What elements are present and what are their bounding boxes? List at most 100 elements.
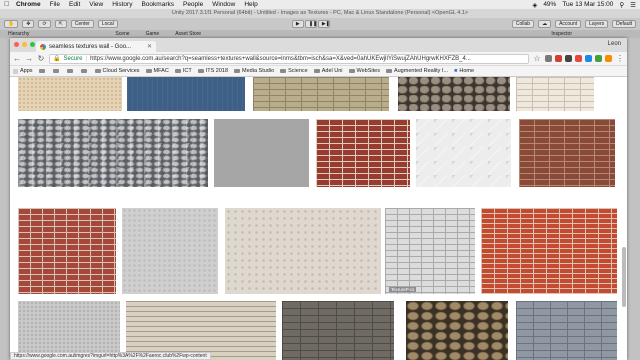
tab-inspector[interactable]: Inspector [543,30,580,38]
layout-dropdown[interactable]: Default [612,20,636,28]
extension-icon[interactable] [565,55,572,62]
image-result-grunge-wall[interactable] [225,208,381,294]
image-result-tan-brick[interactable] [253,77,389,111]
cloud-icon[interactable]: ☁ [538,20,552,28]
bookmark-item[interactable]: Cloud Services [94,68,140,74]
account-dropdown[interactable]: Account [555,20,582,28]
minimize-window-icon[interactable] [22,42,27,47]
menu-app-name[interactable]: Chrome [16,1,41,8]
folder-icon [66,69,73,73]
image-result-red-brick-2[interactable] [18,208,116,294]
folder-icon [385,69,392,73]
bookmark-item[interactable]: MFAC [145,68,169,74]
back-icon[interactable]: ← [13,54,21,63]
search-icon[interactable]: ⚲ [619,1,624,9]
hand-tool-button[interactable]: ✋ [4,20,19,28]
browser-tab[interactable]: seamless textures wall - Goo... ✕ [36,41,156,52]
unity-window-title: Unity 2017.3.1f1 Personal (64bit) - Unti… [0,9,640,18]
scale-tool-button[interactable]: ⇱ [54,20,67,28]
tab-scene[interactable]: Scene [107,30,137,38]
zoom-window-icon[interactable] [30,42,35,47]
image-result-white-brick[interactable]: TexturePics [385,208,475,294]
image-result-grey-plain[interactable] [214,119,309,187]
bookmark-item[interactable]: ITS 2018 [197,68,228,74]
menu-edit[interactable]: Edit [69,1,80,8]
wifi-icon[interactable]: ◈ [532,1,537,9]
collab-button[interactable]: Collab [511,20,535,28]
extension-icon[interactable] [545,55,552,62]
layers-dropdown[interactable]: Layers [585,20,609,28]
menu-history[interactable]: History [112,1,132,8]
menu-file[interactable]: File [50,1,60,8]
image-result-white-plaster[interactable] [416,119,511,187]
image-result-flagstone[interactable] [406,301,508,360]
image-result-blue-paint[interactable] [127,77,245,111]
bookmark-item[interactable] [52,69,61,73]
bookmark-item[interactable]: ■ Home [454,68,474,74]
rotate-tool-button[interactable]: ⟳ [38,20,51,28]
scrollbar-thumb[interactable] [622,247,626,307]
bookmarks-bar: Apps Cloud Services MFAC ICT ITS 2018 Media S… [10,66,627,77]
image-result-blue-stone[interactable] [516,301,617,360]
center-toggle[interactable]: Center [70,20,94,28]
apps-grid-icon [13,68,18,74]
image-result-red-brick[interactable] [316,119,410,187]
menu-list-icon[interactable]: ☰ [630,1,636,9]
reload-icon[interactable]: ↻ [37,54,45,63]
extension-icon[interactable] [605,55,612,62]
tab-asset-store[interactable]: Asset Store [167,30,209,38]
more-menu-icon[interactable]: ⋮ [616,54,624,63]
apple-icon[interactable]:  [4,1,10,8]
bookmark-item[interactable]: WebSites [348,68,380,74]
close-tab-icon[interactable]: ✕ [147,43,152,50]
image-result-brown-brick[interactable] [519,119,615,187]
bookmark-item[interactable]: Augmented Reality I... [385,68,448,74]
bookmark-item[interactable] [38,69,47,73]
local-toggle[interactable]: Local [97,20,118,28]
menu-help[interactable]: Help [244,1,257,8]
image-result-light-brick[interactable] [516,77,594,111]
menu-window[interactable]: Window [212,1,235,8]
menu-bookmarks[interactable]: Bookmarks [141,1,174,8]
bookmark-label: Home [459,68,475,74]
image-result-orange-brick[interactable] [481,208,617,294]
play-icon[interactable]: ▶ [291,20,304,28]
star-icon[interactable]: ☆ [533,54,541,63]
bookmark-item[interactable]: Media Studio [234,68,274,74]
extension-icon[interactable] [555,55,562,62]
clock[interactable]: Tue 13 Mar 15:00 [562,1,613,8]
forward-icon[interactable]: → [25,54,33,63]
image-result-sand[interactable] [18,77,122,111]
battery-percent[interactable]: 49% [543,1,556,8]
move-tool-button[interactable]: ✥ [22,20,35,28]
extension-icon[interactable] [585,55,592,62]
tab-hierarchy[interactable]: Hierarchy [0,30,37,38]
mac-menubar:  Chrome File Edit View History Bookmark… [0,0,640,9]
window-controls [14,42,35,47]
unity-toolbar: ✋ ✥ ⟳ ⇱ Center Local ▶ ❚❚ ▶❚ Collab ☁ Ac… [0,18,640,30]
extension-icon[interactable] [595,55,602,62]
folder-icon [52,69,59,73]
bookmark-item[interactable]: Adel Uni [313,68,343,74]
profile-name[interactable]: Leon [608,41,621,47]
image-result-cobble-stone[interactable] [398,77,510,111]
pause-icon[interactable]: ❚❚ [304,20,317,28]
bookmark-item[interactable]: Apps [13,68,33,74]
tab-game[interactable]: Game [138,30,168,38]
image-result-concrete[interactable] [122,208,218,294]
close-window-icon[interactable] [14,42,19,47]
image-result-grey-stone[interactable] [282,301,394,360]
step-icon[interactable]: ▶❚ [317,20,330,28]
folder-icon [313,69,320,73]
bookmark-label: Cloud Services [102,68,140,74]
menu-view[interactable]: View [89,1,103,8]
menu-people[interactable]: People [183,1,203,8]
image-result-stone-wall[interactable] [18,119,208,187]
bookmark-item[interactable] [80,69,89,73]
bookmark-item[interactable]: ICT [174,68,192,74]
extension-icon[interactable] [575,55,582,62]
screen:  Chrome File Edit View History Bookmark… [0,0,640,360]
bookmark-item[interactable]: Science [280,68,308,74]
bookmark-item[interactable] [66,69,75,73]
address-bar[interactable]: 🔒 Secure | https://www.google.com.au/sea… [49,53,529,64]
